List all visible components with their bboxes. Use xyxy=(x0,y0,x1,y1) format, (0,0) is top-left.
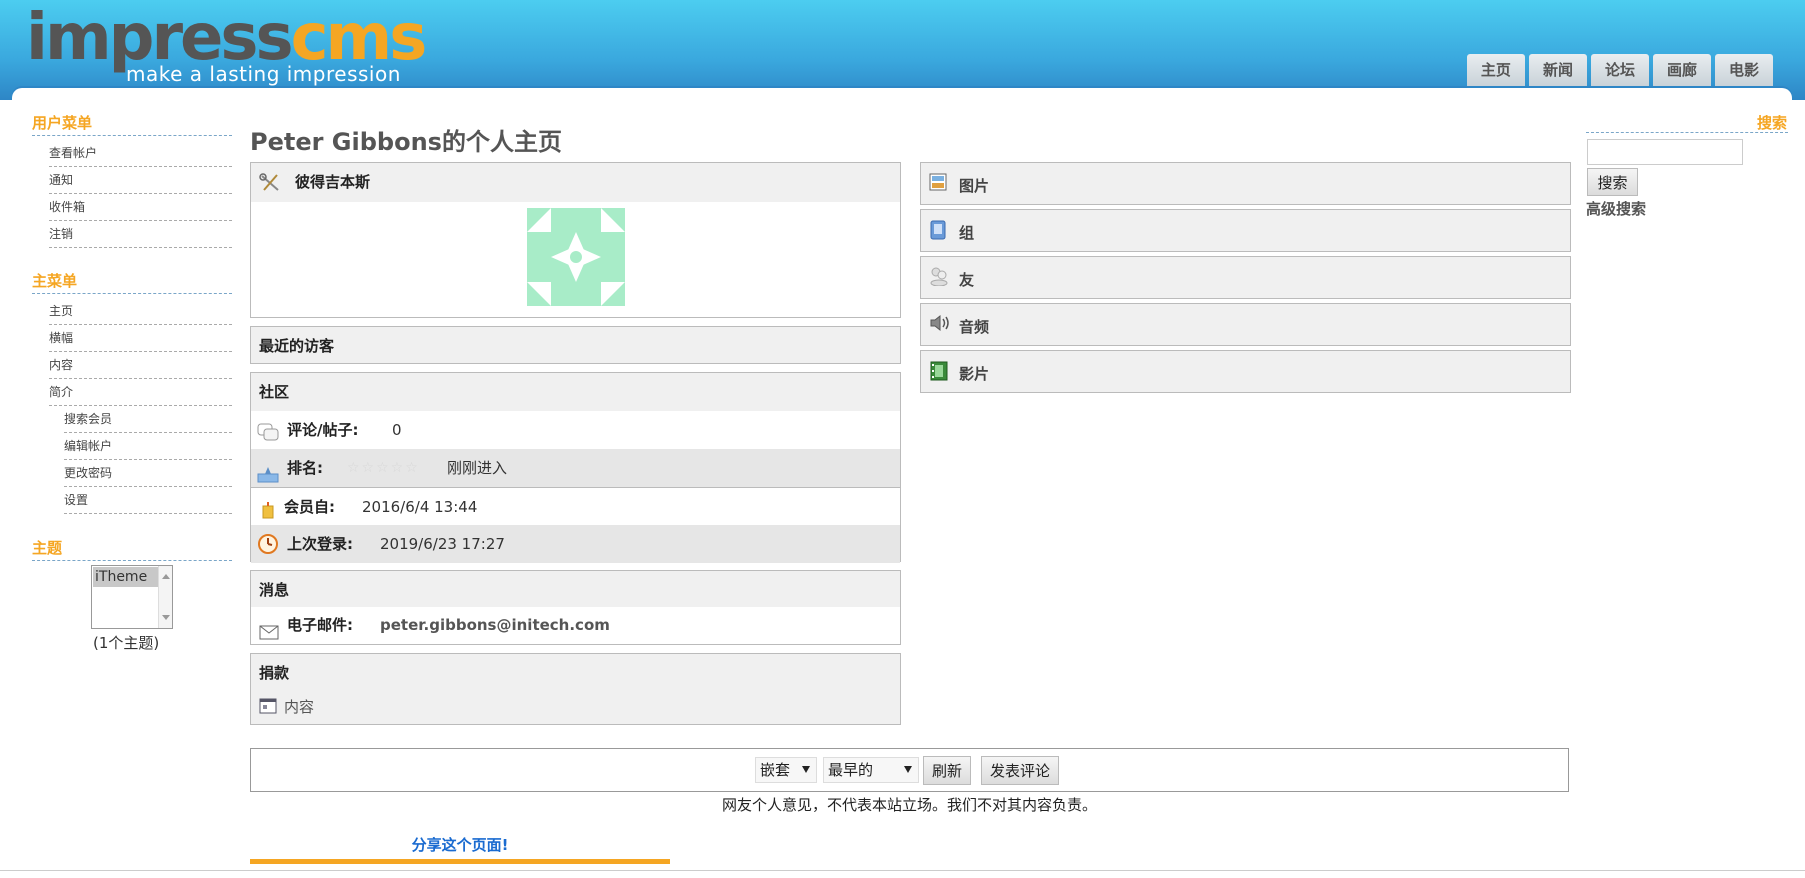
scroll-down-icon[interactable] xyxy=(162,615,170,620)
nav-tab-movies[interactable]: 电影 xyxy=(1714,54,1773,86)
theme-count: (1个主题) xyxy=(93,634,160,652)
menu-item-edit-account[interactable]: 编辑帐户 xyxy=(64,433,232,460)
post-comment-button[interactable]: 发表评论 xyxy=(981,756,1060,785)
groups-label: 组 xyxy=(959,224,975,242)
nav-tab-news[interactable]: 新闻 xyxy=(1528,54,1587,86)
donations-content-link[interactable]: 内容 xyxy=(284,692,314,722)
friends-icon xyxy=(929,266,949,290)
nav-tab-forum[interactable]: 论坛 xyxy=(1590,54,1649,86)
audio-label: 音频 xyxy=(959,318,990,336)
donations-box: 捐款 内容 xyxy=(250,653,901,725)
theme-select-list[interactable]: iTheme xyxy=(91,565,173,629)
member-since-label: 会员自: xyxy=(284,498,335,516)
pictures-box[interactable]: 图片 xyxy=(920,162,1571,205)
search-input[interactable] xyxy=(1587,139,1743,165)
messages-box: 消息 电子邮件: peter.gibbons@initech.com xyxy=(250,570,901,645)
menu-item-view-account[interactable]: 查看帐户 xyxy=(49,140,232,167)
friends-label: 友 xyxy=(959,271,975,289)
comment-mode-select[interactable]: 嵌套 xyxy=(755,757,817,783)
rank-stars: ☆☆☆☆☆ xyxy=(347,460,420,476)
comments-label: 评论/帖子: xyxy=(287,421,359,439)
menu-item-change-password[interactable]: 更改密码 xyxy=(64,460,232,487)
theme-title: 主题 xyxy=(32,537,232,561)
pictures-icon xyxy=(929,173,947,195)
comments-value: 0 xyxy=(392,421,402,439)
nav-tab-home[interactable]: 主页 xyxy=(1466,54,1525,86)
share-page-link[interactable]: 分享这个页面! xyxy=(250,834,670,864)
advanced-search-link[interactable]: 高级搜索 xyxy=(1586,198,1646,219)
menu-item-banners[interactable]: 横幅 xyxy=(49,325,232,352)
user-info-box: 彼得吉本斯 xyxy=(250,162,901,318)
menu-item-logout[interactable]: 注销 xyxy=(49,221,232,248)
comment-order-select[interactable]: 最早的 xyxy=(823,757,919,783)
member-since-row: 会员自: 2016/6/4 13:44 xyxy=(251,487,900,525)
community-box: 社区 评论/帖子: 0 排名: ☆☆☆☆☆ 刚刚进入 会员自: 2016/6/4… xyxy=(250,372,901,563)
chevron-down-icon xyxy=(904,766,912,773)
user-menu-title: 用户菜单 xyxy=(32,112,232,136)
envelope-icon xyxy=(259,617,279,654)
refresh-button[interactable]: 刷新 xyxy=(923,756,972,785)
menu-item-home[interactable]: 主页 xyxy=(49,298,232,325)
content-icon xyxy=(259,698,277,718)
menu-item-settings[interactable]: 设置 xyxy=(64,487,232,514)
comment-order-value: 最早的 xyxy=(828,761,874,779)
rank-value: 刚刚进入 xyxy=(447,459,508,477)
community-title: 社区 xyxy=(259,383,290,401)
email-link[interactable]: peter.gibbons@initech.com xyxy=(380,607,610,644)
logo-tagline: make a lasting impression xyxy=(126,62,401,86)
email-label: 电子邮件: xyxy=(287,616,353,634)
recent-visitors-box: 最近的访客 xyxy=(250,326,901,364)
speaker-icon xyxy=(929,314,951,336)
film-icon xyxy=(929,361,949,385)
menu-item-content[interactable]: 内容 xyxy=(49,352,232,379)
member-since-value: 2016/6/4 13:44 xyxy=(362,498,478,516)
scroll-up-icon[interactable] xyxy=(162,574,170,579)
page-title: Peter Gibbons的个人主页 xyxy=(250,128,562,156)
messages-title: 消息 xyxy=(259,581,290,599)
movies-label: 影片 xyxy=(959,365,990,383)
search-button[interactable]: 搜索 xyxy=(1587,168,1638,196)
menu-item-profile[interactable]: 简介 xyxy=(49,379,232,406)
theme-list-scrollbar[interactable] xyxy=(158,566,172,628)
comments-disclaimer: 网友个人意见，不代表本站立场。我们不对其内容负责。 xyxy=(721,796,1097,814)
footer-divider xyxy=(0,870,1805,871)
site-header: impresscms make a lasting impression 主页 … xyxy=(0,0,1805,100)
theme-option[interactable]: iTheme xyxy=(93,567,159,587)
rank-row: 排名: ☆☆☆☆☆ 刚刚进入 xyxy=(251,449,900,487)
pictures-label: 图片 xyxy=(959,177,990,195)
search-title: 搜索 xyxy=(1756,114,1787,132)
avatar-area xyxy=(251,202,900,317)
avatar[interactable] xyxy=(527,208,625,306)
main-menu-title: 主菜单 xyxy=(32,270,232,294)
comment-mode-value: 嵌套 xyxy=(760,761,791,779)
chevron-down-icon xyxy=(802,766,810,773)
menu-item-notifications[interactable]: 通知 xyxy=(49,167,232,194)
tools-icon xyxy=(259,173,281,197)
menu-item-search-members[interactable]: 搜索会员 xyxy=(64,406,232,433)
impresscms-logo[interactable]: impresscms make a lasting impression xyxy=(26,1,446,88)
search-divider xyxy=(1586,132,1788,133)
user-name: 彼得吉本斯 xyxy=(295,173,371,191)
last-login-value: 2019/6/23 17:27 xyxy=(380,535,505,553)
recent-visitors-title: 最近的访客 xyxy=(259,337,335,355)
email-row: 电子邮件: peter.gibbons@initech.com xyxy=(251,607,900,644)
friends-box[interactable]: 友 xyxy=(920,256,1571,299)
comments-row: 评论/帖子: 0 xyxy=(251,411,900,449)
menu-item-inbox[interactable]: 收件箱 xyxy=(49,194,232,221)
rank-label: 排名: xyxy=(287,459,323,477)
donations-title: 捐款 xyxy=(259,664,290,682)
last-login-row: 上次登录: 2019/6/23 17:27 xyxy=(251,525,900,563)
groups-icon xyxy=(929,220,947,244)
top-navigation: 主页 新闻 论坛 画廊 电影 xyxy=(1466,54,1773,86)
last-login-label: 上次登录: xyxy=(287,535,353,553)
audio-box[interactable]: 音频 xyxy=(920,303,1571,346)
groups-box[interactable]: 组 xyxy=(920,209,1571,252)
nav-tab-gallery[interactable]: 画廊 xyxy=(1652,54,1711,86)
movies-box[interactable]: 影片 xyxy=(920,350,1571,393)
comment-controls: 嵌套 最早的 刷新 发表评论 xyxy=(250,748,1569,792)
clock-icon xyxy=(257,531,279,569)
